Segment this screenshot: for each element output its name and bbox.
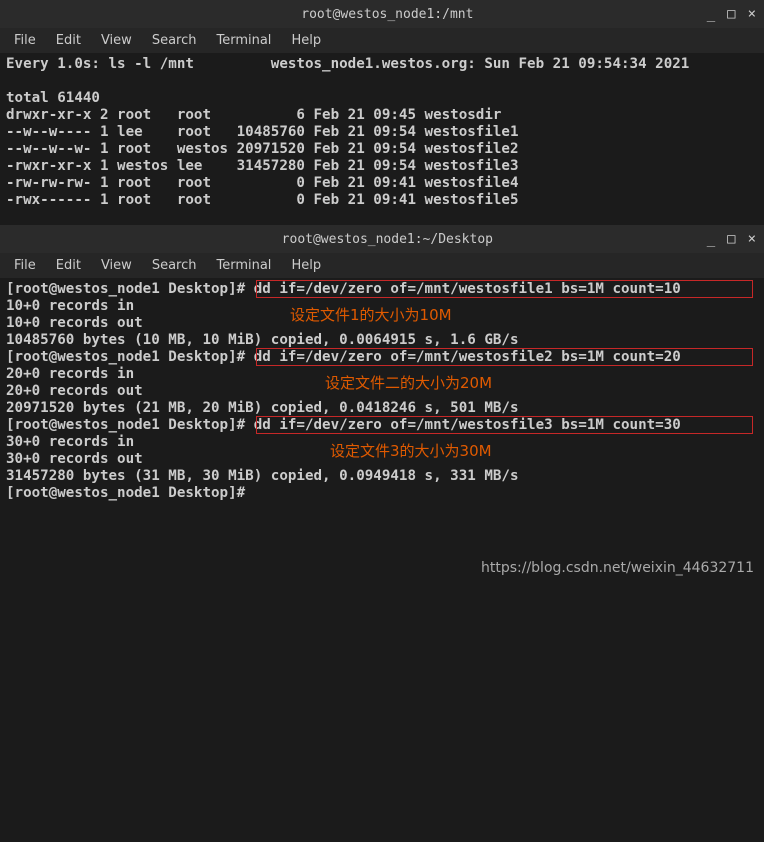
terminal-output-2[interactable]: [root@westos_node1 Desktop]# dd if=/dev/… [0,278,764,538]
terminal-output-1[interactable]: Every 1.0s: ls -l /mnt westos_node1.west… [0,53,764,225]
maximize-button[interactable]: □ [727,231,735,247]
close-button[interactable]: × [748,6,756,22]
menu-search[interactable]: Search [144,256,205,275]
window-title-1: root@westos_node1:/mnt [68,7,707,22]
menubar-2: File Edit View Search Terminal Help [0,253,764,278]
maximize-button[interactable]: □ [727,6,735,22]
minimize-button[interactable]: _ [707,6,715,22]
terminal-window-1: root@westos_node1:/mnt _ □ × File Edit V… [0,0,764,225]
annotation-1: 设定文件1的大小为10M [290,307,452,324]
close-button[interactable]: × [748,231,756,247]
minimize-button[interactable]: _ [707,231,715,247]
menu-view[interactable]: View [93,256,140,275]
window-controls-1: _ □ × [707,6,756,22]
highlight-box-2 [256,348,753,366]
menu-edit[interactable]: Edit [48,31,89,50]
menu-terminal[interactable]: Terminal [208,256,279,275]
annotation-3: 设定文件3的大小为30M [330,443,492,460]
menubar-1: File Edit View Search Terminal Help [0,28,764,53]
highlight-box-3 [256,416,753,434]
menu-terminal[interactable]: Terminal [208,31,279,50]
window-title-2: root@westos_node1:~/Desktop [68,232,707,247]
footer-credit: https://blog.csdn.net/weixin_44632711 [481,560,754,576]
menu-view[interactable]: View [93,31,140,50]
terminal-window-2: root@westos_node1:~/Desktop _ □ × File E… [0,225,764,538]
titlebar-1: root@westos_node1:/mnt _ □ × [0,0,764,28]
annotation-2: 设定文件二的大小为20M [325,375,492,392]
menu-search[interactable]: Search [144,31,205,50]
menu-file[interactable]: File [6,256,44,275]
titlebar-2: root@westos_node1:~/Desktop _ □ × [0,225,764,253]
highlight-box-1 [256,280,753,298]
menu-help[interactable]: Help [283,31,329,50]
menu-edit[interactable]: Edit [48,256,89,275]
window-controls-2: _ □ × [707,231,756,247]
menu-file[interactable]: File [6,31,44,50]
menu-help[interactable]: Help [283,256,329,275]
